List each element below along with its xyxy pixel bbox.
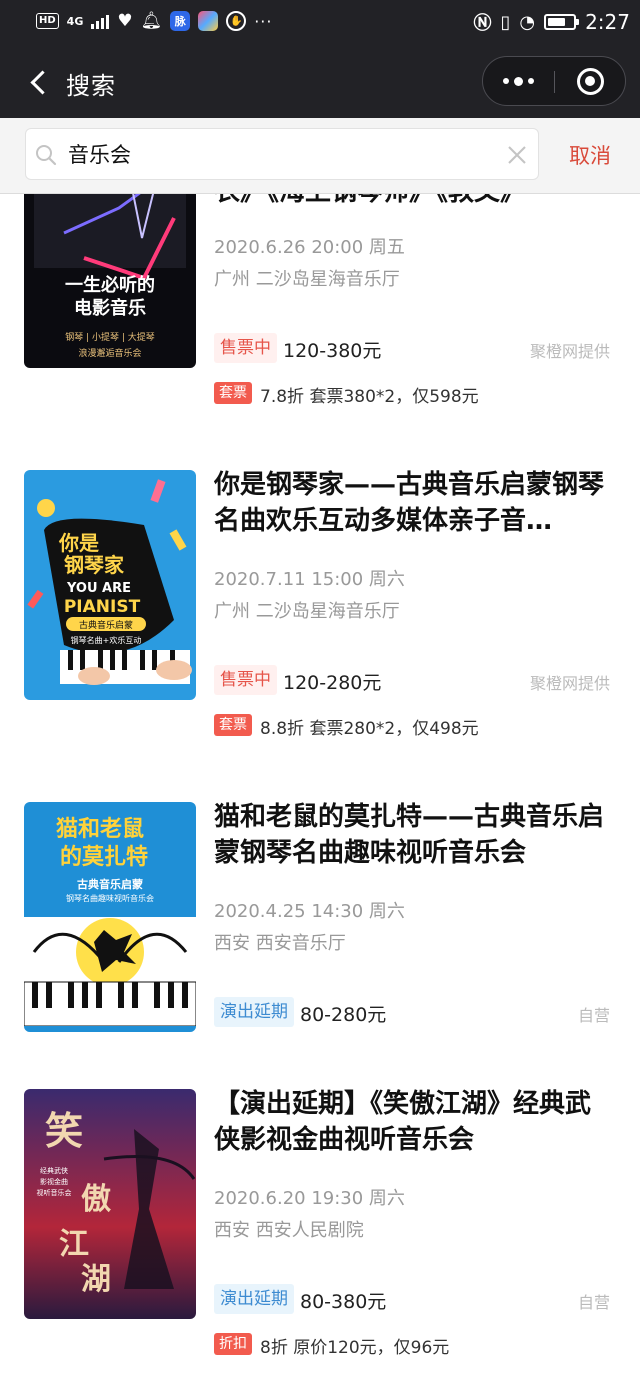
more-button[interactable] xyxy=(483,57,554,105)
poster-text: 一生必听的 xyxy=(65,274,155,296)
target-dot xyxy=(585,76,595,86)
poster-text: 古典音乐启蒙 xyxy=(77,877,143,891)
event-venue: 广州 二沙岛星海音乐厅 xyxy=(214,601,400,622)
status-badge: 售票中 xyxy=(214,665,277,695)
poster-text: 经典武侠 xyxy=(40,1166,68,1175)
clear-icon[interactable] xyxy=(506,144,528,166)
status-badge: 演出延期 xyxy=(214,997,294,1027)
poster-image: 笑 傲 江 湖 经典武侠 影视金曲 视听音乐会 xyxy=(24,1089,196,1319)
more-dot-center xyxy=(514,76,523,86)
promo-text: 7.8折 套票380*2，仅598元 xyxy=(260,387,479,407)
cancel-button[interactable]: 取消 xyxy=(569,140,611,170)
poster-text: 你是 xyxy=(58,531,99,555)
promo-text: 8.8折 套票280*2，仅498元 xyxy=(260,719,479,739)
page-title: 搜索 xyxy=(66,72,116,100)
more-dot-right xyxy=(528,78,534,84)
poster-text: 猫和老鼠 xyxy=(56,817,144,842)
poster-text: PIANIST xyxy=(64,597,141,617)
heart-pulse-icon: ♥ xyxy=(117,11,133,31)
poster-text: 江 xyxy=(59,1227,89,1262)
event-date: 2020.7.11 15:00 周六 xyxy=(214,569,405,590)
more-notifications-icon: ··· xyxy=(254,11,273,31)
status-left-icons: HD 4G ♥ 🔔︎ 脉 ✋ ··· xyxy=(36,11,272,31)
event-poster[interactable]: 猫和老鼠 的莫扎特 古典音乐启蒙 钢琴名曲趣味视听音乐会 xyxy=(24,802,196,1032)
result-item[interactable]: 笑 傲 江 湖 经典武侠 影视金曲 视听音乐会 【演出延期】《笑傲江湖》经典武侠… xyxy=(0,1089,640,1386)
search-results: 一生必听的 电影音乐 钢琴 | 小提琴 | 大提琴 浪漫邂逅音乐会 衣》《海上钢… xyxy=(0,194,640,1386)
network-label: 4G xyxy=(66,14,84,28)
status-badge: 售票中 xyxy=(214,333,277,363)
baidu-icon: 脉 xyxy=(170,11,191,31)
battery-icon xyxy=(544,14,580,30)
event-poster[interactable]: 你是 钢琴家 YOU ARE PIANIST 古典音乐启蒙 钢琴名曲+欢乐互动 xyxy=(24,470,196,700)
poster-text: 影视金曲 xyxy=(40,1177,68,1186)
event-title: 你是钢琴家——古典音乐启蒙钢琴名曲欢乐互动多媒体亲子音… xyxy=(214,470,605,536)
poster-text: 电影音乐 xyxy=(74,297,146,319)
price-range: 80-280元 xyxy=(300,1004,387,1026)
promo-text: 8折 原价120元，仅96元 xyxy=(260,1338,450,1358)
poster-image: 猫和老鼠 的莫扎特 古典音乐启蒙 钢琴名曲趣味视听音乐会 xyxy=(24,802,196,1032)
result-item[interactable]: 一生必听的 电影音乐 钢琴 | 小提琴 | 大提琴 浪漫邂逅音乐会 衣》《海上钢… xyxy=(0,194,640,438)
poster-image: 你是 钢琴家 YOU ARE PIANIST 古典音乐启蒙 钢琴名曲+欢乐互动 xyxy=(24,470,196,700)
provider-label: 自营 xyxy=(577,1006,610,1025)
promo-tag: 套票 xyxy=(214,714,252,736)
result-item[interactable]: 你是 钢琴家 YOU ARE PIANIST 古典音乐启蒙 钢琴名曲+欢乐互动 … xyxy=(0,470,640,770)
data-saver-icon: ◔ xyxy=(519,11,536,33)
provider-label: 聚橙网提供 xyxy=(529,674,610,693)
poster-text: 钢琴 | 小提琴 | 大提琴 xyxy=(65,331,155,343)
bell-icon: 🔔︎ xyxy=(140,11,163,31)
event-date: 2020.6.20 19:30 周六 xyxy=(214,1188,405,1209)
poster-text: 视听音乐会 xyxy=(37,1188,72,1197)
poster-text: 笑 xyxy=(45,1108,83,1153)
provider-label: 自营 xyxy=(577,1293,610,1312)
poster-text: 浪漫邂逅音乐会 xyxy=(78,347,141,359)
more-dots-icon xyxy=(503,78,509,84)
price-range: 120-380元 xyxy=(283,340,382,362)
app-icon xyxy=(198,11,219,31)
status-bar: HD 4G ♥ 🔔︎ 脉 ✋ ··· Ⓝ ▯ ◔ 2:27 xyxy=(0,0,640,46)
event-date: 2020.6.26 20:00 周五 xyxy=(214,237,405,258)
poster-text: 湖 xyxy=(81,1262,111,1297)
event-date: 2020.4.25 14:30 周六 xyxy=(214,901,405,922)
search-icon xyxy=(36,145,57,166)
status-badge: 演出延期 xyxy=(214,1284,294,1314)
search-box[interactable] xyxy=(25,128,539,180)
event-venue: 广州 二沙岛星海音乐厅 xyxy=(214,269,400,290)
back-button[interactable] xyxy=(18,60,58,104)
poster-image: 一生必听的 电影音乐 钢琴 | 小提琴 | 大提琴 浪漫邂逅音乐会 xyxy=(24,194,196,368)
promo-tag: 折扣 xyxy=(214,1333,252,1355)
event-poster[interactable]: 一生必听的 电影音乐 钢琴 | 小提琴 | 大提琴 浪漫邂逅音乐会 xyxy=(24,194,196,368)
nfc-icon: Ⓝ xyxy=(473,13,492,34)
vibrate-icon: ▯ xyxy=(500,11,511,33)
hd-indicator: HD xyxy=(36,13,59,29)
poster-text: 钢琴名曲趣味视听音乐会 xyxy=(66,893,154,903)
promo-tag: 套票 xyxy=(214,382,252,404)
poster-text: YOU ARE xyxy=(66,581,131,596)
target-icon xyxy=(576,67,604,95)
poster-text: 的莫扎特 xyxy=(60,844,148,870)
event-title: 猫和老鼠的莫扎特——古典音乐启蒙钢琴名曲趣味视听音乐会 xyxy=(214,802,605,868)
search-bar: 取消 xyxy=(0,118,640,194)
close-miniprogram-button[interactable] xyxy=(555,57,625,105)
price-range: 80-380元 xyxy=(300,1291,387,1313)
nav-bar: 搜索 xyxy=(0,46,640,118)
event-venue: 西安 西安人民剧院 xyxy=(214,1220,364,1241)
event-poster[interactable]: 笑 傲 江 湖 经典武侠 影视金曲 视听音乐会 xyxy=(24,1089,196,1319)
mini-program-capsule xyxy=(482,56,626,106)
chevron-left-icon xyxy=(29,69,55,95)
status-right-icons: Ⓝ ▯ ◔ 2:27 xyxy=(473,9,630,35)
poster-text: 钢琴家 xyxy=(64,553,125,577)
price-range: 120-280元 xyxy=(283,672,382,694)
signal-icon xyxy=(91,13,110,29)
result-item[interactable]: 猫和老鼠 的莫扎特 古典音乐启蒙 钢琴名曲趣味视听音乐会 猫和老鼠的莫扎特——古… xyxy=(0,802,640,1042)
poster-text: 古典音乐启蒙 xyxy=(79,619,133,631)
event-title: 衣》《海上钢琴师》《教父》 xyxy=(214,194,610,210)
provider-label: 聚橙网提供 xyxy=(529,342,610,361)
poster-text: 钢琴名曲+欢乐互动 xyxy=(71,635,142,645)
event-title: 【演出延期】《笑傲江湖》经典武侠影视金曲视听音乐会 xyxy=(214,1089,592,1155)
search-input[interactable] xyxy=(68,137,488,171)
shield-icon: ✋ xyxy=(226,11,247,31)
event-venue: 西安 西安音乐厅 xyxy=(214,933,346,954)
clock: 2:27 xyxy=(585,10,630,34)
poster-text: 傲 xyxy=(81,1182,111,1217)
